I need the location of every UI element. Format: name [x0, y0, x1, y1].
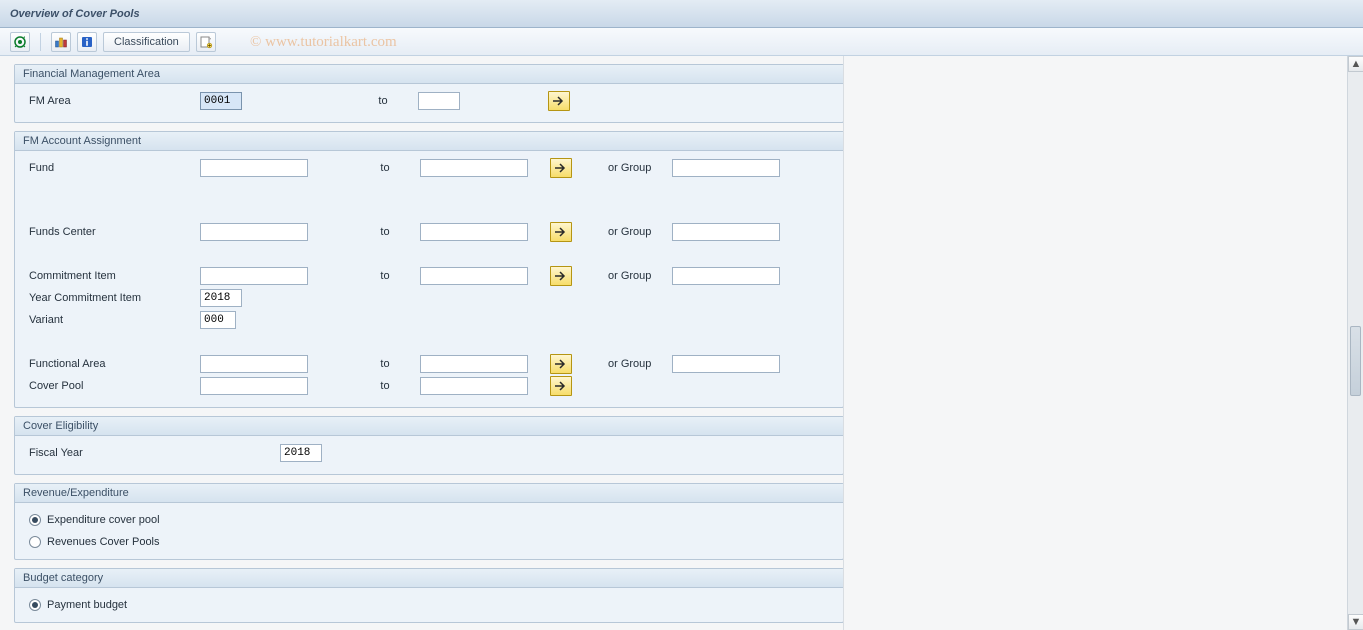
group-revenue-expenditure: Revenue/Expenditure Expenditure cover po… — [14, 483, 843, 560]
scroll-down-button[interactable]: ▼ — [1348, 614, 1363, 630]
columns-icon — [54, 35, 68, 49]
classification-button[interactable]: Classification — [103, 32, 190, 52]
radio-label-revenues: Revenues Cover Pools — [47, 536, 160, 548]
execute-button[interactable] — [10, 32, 30, 52]
cover-pool-to-input[interactable] — [420, 377, 528, 395]
variant-label: Variant — [25, 314, 200, 326]
toolbar: Classification — [0, 28, 1363, 56]
info-icon — [80, 35, 94, 49]
info-button[interactable] — [77, 32, 97, 52]
commitment-item-to-label: to — [350, 270, 420, 282]
group-header-cover-elig: Cover Eligibility — [15, 417, 843, 436]
functional-area-from-input[interactable] — [200, 355, 308, 373]
chevron-down-icon: ▼ — [1351, 616, 1362, 628]
vertical-scrollbar[interactable]: ▲ ▼ — [1347, 56, 1363, 630]
commitment-item-multiple-selection-button[interactable] — [550, 266, 572, 286]
arrow-right-icon — [554, 358, 568, 370]
arrow-right-icon — [554, 270, 568, 282]
columns-button[interactable] — [51, 32, 71, 52]
radio-revenues-cover-pools[interactable]: Revenues Cover Pools — [25, 531, 833, 553]
funds-center-or-group-label: or Group — [572, 226, 672, 238]
fund-label: Fund — [25, 162, 200, 174]
page-title: Overview of Cover Pools — [10, 8, 140, 20]
radio-label-payment-budget: Payment budget — [47, 599, 127, 611]
funds-center-multiple-selection-button[interactable] — [550, 222, 572, 242]
fm-area-from-input[interactable] — [200, 92, 242, 110]
commitment-item-or-group-label: or Group — [572, 270, 672, 282]
scroll-thumb[interactable] — [1350, 326, 1361, 396]
fm-area-to-label: to — [348, 95, 418, 107]
functional-area-group-input[interactable] — [672, 355, 780, 373]
commitment-item-to-input[interactable] — [420, 267, 528, 285]
commitment-item-from-input[interactable] — [200, 267, 308, 285]
radio-icon — [29, 514, 41, 526]
radio-icon — [29, 599, 41, 611]
content-wrap: Financial Management Area FM Area to FM … — [0, 56, 1363, 630]
scroll-up-button[interactable]: ▲ — [1348, 56, 1363, 72]
functional-area-to-input[interactable] — [420, 355, 528, 373]
fund-to-input[interactable] — [420, 159, 528, 177]
funds-center-to-label: to — [350, 226, 420, 238]
page-title-bar: Overview of Cover Pools — [0, 0, 1363, 28]
group-header-rev-exp: Revenue/Expenditure — [15, 484, 843, 503]
cover-pool-from-input[interactable] — [200, 377, 308, 395]
arrow-right-icon — [554, 380, 568, 392]
execute-icon — [13, 35, 27, 49]
year-commitment-item-input[interactable] — [200, 289, 242, 307]
funds-center-from-input[interactable] — [200, 223, 308, 241]
commitment-item-label: Commitment Item — [25, 270, 200, 282]
funds-center-group-input[interactable] — [672, 223, 780, 241]
arrow-right-icon — [552, 95, 566, 107]
fund-to-label: to — [350, 162, 420, 174]
arrow-right-icon — [554, 226, 568, 238]
fund-multiple-selection-button[interactable] — [550, 158, 572, 178]
cover-pool-multiple-selection-button[interactable] — [550, 376, 572, 396]
functional-area-label: Functional Area — [25, 358, 200, 370]
group-header-budget-cat: Budget category — [15, 569, 843, 588]
fund-or-group-label: or Group — [572, 162, 672, 174]
fiscal-year-input[interactable] — [280, 444, 322, 462]
group-header-fin-mgmt: Financial Management Area — [15, 65, 843, 84]
commitment-item-group-input[interactable] — [672, 267, 780, 285]
chevron-up-icon: ▲ — [1351, 58, 1362, 70]
functional-area-to-label: to — [350, 358, 420, 370]
funds-center-label: Funds Center — [25, 226, 200, 238]
create-icon — [199, 35, 213, 49]
functional-area-multiple-selection-button[interactable] — [550, 354, 572, 374]
year-commitment-item-label: Year Commitment Item — [25, 292, 200, 304]
group-cover-eligibility: Cover Eligibility Fiscal Year — [14, 416, 843, 475]
fund-group-input[interactable] — [672, 159, 780, 177]
selection-screen: Financial Management Area FM Area to FM … — [0, 56, 843, 630]
group-financial-management-area: Financial Management Area FM Area to — [14, 64, 843, 123]
radio-icon — [29, 536, 41, 548]
fund-from-input[interactable] — [200, 159, 308, 177]
arrow-right-icon — [554, 162, 568, 174]
radio-payment-budget[interactable]: Payment budget — [25, 594, 833, 616]
fiscal-year-label: Fiscal Year — [25, 447, 280, 459]
group-budget-category: Budget category Payment budget — [14, 568, 843, 623]
radio-label-expenditure: Expenditure cover pool — [47, 514, 160, 526]
toolbar-separator — [40, 33, 41, 51]
fm-area-label: FM Area — [25, 95, 200, 107]
fm-area-multiple-selection-button[interactable] — [548, 91, 570, 111]
radio-expenditure-cover-pool[interactable]: Expenditure cover pool — [25, 509, 833, 531]
right-gutter: ▲ ▼ — [843, 56, 1363, 630]
cover-pool-to-label: to — [350, 380, 420, 392]
group-header-account-assign: FM Account Assignment — [15, 132, 843, 151]
fm-area-to-input[interactable] — [418, 92, 460, 110]
cover-pool-label: Cover Pool — [25, 380, 200, 392]
functional-area-or-group-label: or Group — [572, 358, 672, 370]
group-fm-account-assignment: FM Account Assignment Fund to or Group F… — [14, 131, 843, 408]
create-button[interactable] — [196, 32, 216, 52]
funds-center-to-input[interactable] — [420, 223, 528, 241]
classification-label: Classification — [114, 36, 179, 48]
variant-input[interactable] — [200, 311, 236, 329]
